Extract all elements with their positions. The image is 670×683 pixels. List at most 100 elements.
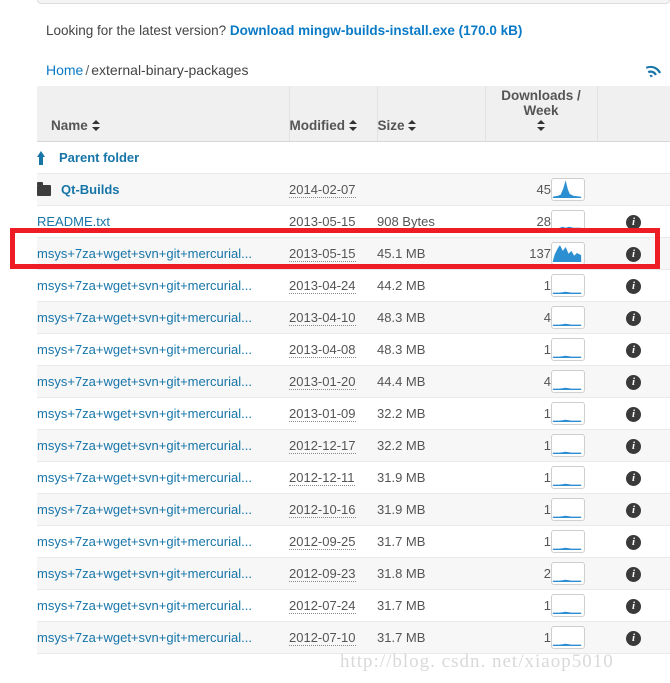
cell-sparkline[interactable] bbox=[551, 397, 597, 430]
file-name-link[interactable]: msys+7za+wget+svn+git+mercurial... bbox=[37, 630, 252, 645]
table-row[interactable]: Qt-Builds 2014-02-07 45 bbox=[37, 173, 670, 206]
table-row[interactable]: msys+7za+wget+svn+git+mercurial... 2012-0… bbox=[37, 525, 670, 558]
cell-name[interactable]: msys+7za+wget+svn+git+mercurial... bbox=[37, 589, 289, 622]
cell-name[interactable]: msys+7za+wget+svn+git+mercurial... bbox=[37, 365, 289, 398]
cell-name[interactable]: README.txt bbox=[37, 205, 289, 238]
sort-caret-downloads-icon[interactable] bbox=[537, 120, 545, 132]
cell-info[interactable]: i bbox=[597, 269, 670, 302]
cell-sparkline[interactable] bbox=[551, 301, 597, 334]
cell-name[interactable]: msys+7za+wget+svn+git+mercurial... bbox=[37, 493, 289, 526]
cell-name[interactable]: msys+7za+wget+svn+git+mercurial... bbox=[37, 429, 289, 462]
cell-name[interactable]: Qt-Builds bbox=[37, 173, 289, 206]
cell-name[interactable]: msys+7za+wget+svn+git+mercurial... bbox=[37, 397, 289, 430]
download-sparkline-icon[interactable] bbox=[551, 562, 585, 585]
sort-caret-modified-icon[interactable] bbox=[348, 120, 357, 132]
info-icon[interactable]: i bbox=[626, 374, 641, 390]
cell-info[interactable]: i bbox=[597, 333, 670, 366]
file-name-link[interactable]: msys+7za+wget+svn+git+mercurial... bbox=[37, 502, 252, 517]
download-sparkline-icon[interactable] bbox=[551, 370, 585, 393]
file-name-link[interactable]: msys+7za+wget+svn+git+mercurial... bbox=[37, 342, 252, 357]
cell-sparkline[interactable] bbox=[551, 173, 597, 206]
cell-info[interactable]: i bbox=[597, 589, 670, 622]
column-header-downloads[interactable]: Downloads / Week bbox=[485, 86, 598, 142]
cell-name[interactable]: msys+7za+wget+svn+git+mercurial... bbox=[37, 557, 289, 590]
cell-info[interactable]: i bbox=[597, 493, 670, 526]
cell-sparkline[interactable] bbox=[551, 365, 597, 398]
cell-sparkline[interactable] bbox=[551, 621, 597, 654]
sort-caret-name-icon[interactable] bbox=[91, 120, 100, 132]
cell-sparkline[interactable] bbox=[551, 333, 597, 366]
cell-name[interactable]: msys+7za+wget+svn+git+mercurial... bbox=[37, 525, 289, 558]
info-icon[interactable]: i bbox=[626, 342, 641, 358]
cell-info[interactable]: i bbox=[597, 461, 670, 494]
download-sparkline-icon[interactable] bbox=[551, 338, 585, 361]
file-name-link[interactable]: README.txt bbox=[37, 214, 110, 229]
table-row[interactable]: msys+7za+wget+svn+git+mercurial... 2013-0… bbox=[37, 301, 670, 334]
table-row[interactable]: msys+7za+wget+svn+git+mercurial... 2012-0… bbox=[37, 621, 670, 654]
cell-info[interactable]: i bbox=[597, 621, 670, 654]
cell-sparkline[interactable] bbox=[551, 269, 597, 302]
parent-folder-cell[interactable]: Parent folder bbox=[37, 141, 289, 174]
cell-sparkline[interactable] bbox=[551, 237, 597, 270]
file-name-link[interactable]: msys+7za+wget+svn+git+mercurial... bbox=[37, 310, 252, 325]
cell-name[interactable]: msys+7za+wget+svn+git+mercurial... bbox=[37, 621, 289, 654]
table-row[interactable]: msys+7za+wget+svn+git+mercurial... 2013-0… bbox=[37, 269, 670, 302]
cell-info[interactable]: i bbox=[597, 301, 670, 334]
table-row[interactable]: msys+7za+wget+svn+git+mercurial... 2012-1… bbox=[37, 493, 670, 526]
info-icon[interactable]: i bbox=[626, 630, 641, 646]
table-row[interactable]: msys+7za+wget+svn+git+mercurial... 2012-0… bbox=[37, 589, 670, 622]
cell-name[interactable]: msys+7za+wget+svn+git+mercurial... bbox=[37, 461, 289, 494]
breadcrumb-home-link[interactable]: Home bbox=[46, 62, 83, 78]
info-icon[interactable]: i bbox=[626, 502, 641, 518]
table-row[interactable]: msys+7za+wget+svn+git+mercurial... 2013-0… bbox=[37, 237, 670, 270]
table-row[interactable]: msys+7za+wget+svn+git+mercurial... 2013-0… bbox=[37, 333, 670, 366]
table-row[interactable]: msys+7za+wget+svn+git+mercurial... 2012-1… bbox=[37, 429, 670, 462]
file-name-link[interactable]: msys+7za+wget+svn+git+mercurial... bbox=[37, 406, 252, 421]
cell-info[interactable]: i bbox=[597, 557, 670, 590]
info-icon[interactable]: i bbox=[626, 246, 641, 262]
download-sparkline-icon[interactable] bbox=[551, 306, 585, 329]
table-row[interactable]: msys+7za+wget+svn+git+mercurial... 2012-0… bbox=[37, 557, 670, 590]
cell-sparkline[interactable] bbox=[551, 589, 597, 622]
info-icon[interactable]: i bbox=[626, 406, 641, 422]
table-row[interactable]: msys+7za+wget+svn+git+mercurial... 2013-0… bbox=[37, 397, 670, 430]
info-icon[interactable]: i bbox=[626, 470, 641, 486]
cell-sparkline[interactable] bbox=[551, 429, 597, 462]
info-icon[interactable]: i bbox=[626, 598, 641, 614]
cell-sparkline[interactable] bbox=[551, 557, 597, 590]
file-name-link[interactable]: msys+7za+wget+svn+git+mercurial... bbox=[37, 246, 252, 261]
info-icon[interactable]: i bbox=[626, 438, 641, 454]
column-header-size[interactable]: Size bbox=[377, 86, 486, 142]
info-icon[interactable]: i bbox=[626, 310, 641, 326]
file-name-link[interactable]: msys+7za+wget+svn+git+mercurial... bbox=[37, 470, 252, 485]
download-installer-link[interactable]: Download mingw-builds-install.exe (170.0… bbox=[230, 23, 523, 38]
cell-sparkline[interactable] bbox=[551, 493, 597, 526]
parent-folder-row[interactable]: Parent folder bbox=[37, 141, 670, 174]
file-name-link[interactable]: msys+7za+wget+svn+git+mercurial... bbox=[37, 534, 252, 549]
info-icon[interactable]: i bbox=[626, 566, 641, 582]
column-header-modified[interactable]: Modified bbox=[289, 86, 378, 142]
cell-name[interactable]: msys+7za+wget+svn+git+mercurial... bbox=[37, 237, 289, 270]
download-sparkline-icon[interactable] bbox=[551, 274, 585, 297]
column-header-name[interactable]: Name bbox=[37, 86, 290, 142]
cell-sparkline[interactable] bbox=[551, 461, 597, 494]
cell-info[interactable] bbox=[597, 173, 670, 206]
cell-info[interactable]: i bbox=[597, 237, 670, 270]
file-name-link[interactable]: msys+7za+wget+svn+git+mercurial... bbox=[37, 278, 252, 293]
download-sparkline-icon[interactable] bbox=[551, 626, 585, 649]
download-sparkline-icon[interactable] bbox=[551, 178, 585, 201]
cell-info[interactable]: i bbox=[597, 205, 670, 238]
file-name-link[interactable]: msys+7za+wget+svn+git+mercurial... bbox=[37, 438, 252, 453]
cell-info[interactable]: i bbox=[597, 525, 670, 558]
file-name-link[interactable]: msys+7za+wget+svn+git+mercurial... bbox=[37, 566, 252, 581]
file-name-link[interactable]: msys+7za+wget+svn+git+mercurial... bbox=[37, 374, 252, 389]
cell-info[interactable]: i bbox=[597, 397, 670, 430]
download-sparkline-icon[interactable] bbox=[551, 242, 585, 265]
download-sparkline-icon[interactable] bbox=[551, 594, 585, 617]
cell-sparkline[interactable] bbox=[551, 205, 597, 238]
file-name-link[interactable]: Qt-Builds bbox=[61, 182, 120, 197]
cell-sparkline[interactable] bbox=[551, 525, 597, 558]
cell-name[interactable]: msys+7za+wget+svn+git+mercurial... bbox=[37, 333, 289, 366]
info-icon[interactable]: i bbox=[626, 214, 641, 230]
table-row[interactable]: README.txt 2013-05-15 908 Bytes 28 i bbox=[37, 205, 670, 238]
